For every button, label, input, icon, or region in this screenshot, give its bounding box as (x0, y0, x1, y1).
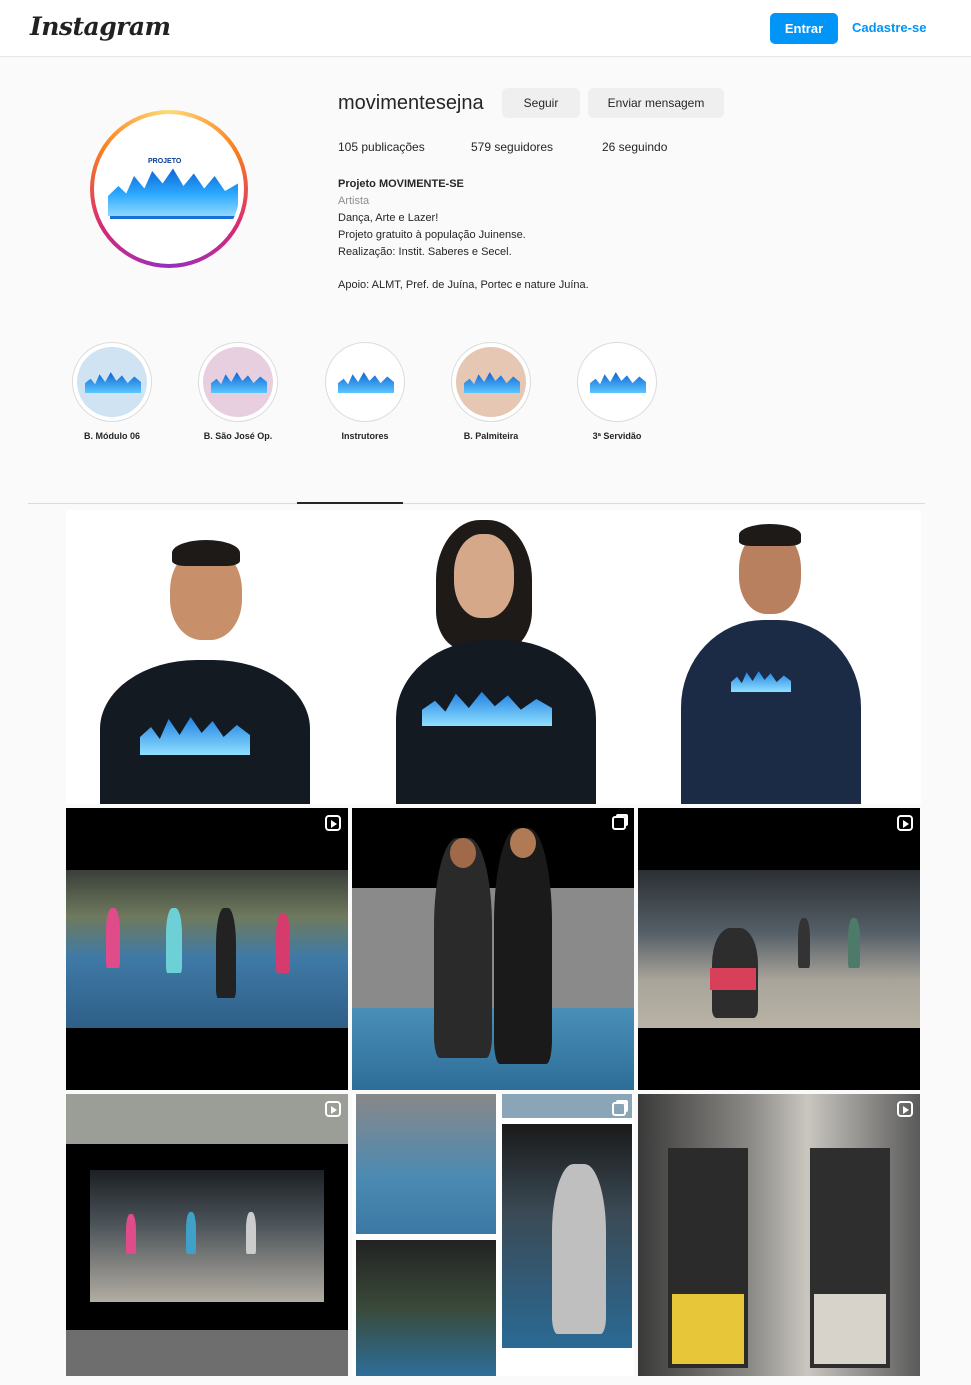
story-highlight[interactable]: Instrutores (315, 342, 415, 441)
story-highlight[interactable]: B. Palmiteira (441, 342, 541, 441)
highlight-cover (582, 347, 652, 417)
profile-avatar: PROJETO (98, 118, 240, 260)
top-navigation-bar: Instagram Entrar Cadastre-se (0, 0, 971, 57)
story-highlight[interactable]: B. Módulo 06 (62, 342, 162, 441)
profile-avatar-ring[interactable]: PROJETO (90, 110, 248, 268)
story-highlight[interactable]: B. São José Op. (188, 342, 288, 441)
login-button[interactable]: Entrar (770, 13, 838, 44)
reel-icon (325, 815, 341, 831)
bio-support: Apoio: ALMT, Pref. de Juína, Portec e na… (338, 279, 589, 291)
posts-count: 105 publicações (338, 140, 425, 154)
bio-line: Dança, Arte e Lazer! (338, 212, 439, 224)
profile-username: movimentesejna (338, 92, 484, 114)
highlight-cover (456, 347, 526, 417)
follow-button[interactable]: Seguir (502, 88, 580, 118)
highlight-label: 3ª Servidão (592, 431, 642, 441)
bio-line: Projeto gratuito à população Juinense. (338, 229, 526, 241)
story-highlight[interactable]: 3ª Servidão (567, 342, 667, 441)
instructor-photo (376, 520, 626, 804)
instructor-photo (671, 520, 871, 804)
bio-name: Projeto MOVIMENTE-SE (338, 178, 464, 190)
highlight-label: B. Palmiteira (463, 431, 519, 441)
bio-line: Realização: Instit. Saberes e Secel. (338, 246, 512, 258)
profile-bio: Projeto MOVIMENTE-SE Artista Dança, Arte… (338, 176, 738, 294)
reel-icon (897, 1101, 913, 1117)
highlight-label: B. São José Op. (203, 431, 273, 441)
post-thumbnail[interactable] (66, 808, 348, 1090)
highlight-cover (330, 347, 400, 417)
reel-icon (897, 815, 913, 831)
carousel-icon (612, 1102, 626, 1116)
post-thumbnail[interactable] (352, 1094, 634, 1376)
tab-posts-active-indicator[interactable] (297, 502, 403, 504)
post-thumbnail[interactable] (352, 808, 634, 1090)
bio-category: Artista (338, 195, 370, 207)
highlight-cover (203, 347, 273, 417)
carousel-icon (612, 816, 626, 830)
highlight-cover (77, 347, 147, 417)
post-thumbnail[interactable] (638, 1094, 920, 1376)
reel-icon (325, 1101, 341, 1117)
post-thumbnail[interactable] (66, 1094, 348, 1376)
signup-link[interactable]: Cadastre-se (852, 20, 926, 35)
send-message-button[interactable]: Enviar mensagem (588, 88, 724, 118)
avatar-city-graphic (108, 168, 238, 216)
instructor-photo (80, 540, 320, 804)
following-count[interactable]: 26 seguindo (602, 140, 667, 154)
highlight-label: Instrutores (341, 431, 389, 441)
avatar-logo-text: PROJETO (148, 158, 182, 165)
tabs-divider (28, 503, 925, 504)
highlight-label: B. Módulo 06 (84, 431, 140, 441)
instagram-logo[interactable]: Instagram (30, 12, 171, 41)
followers-count[interactable]: 579 seguidores (471, 140, 553, 154)
pinned-banner-post[interactable] (66, 510, 921, 804)
post-thumbnail[interactable] (638, 808, 920, 1090)
